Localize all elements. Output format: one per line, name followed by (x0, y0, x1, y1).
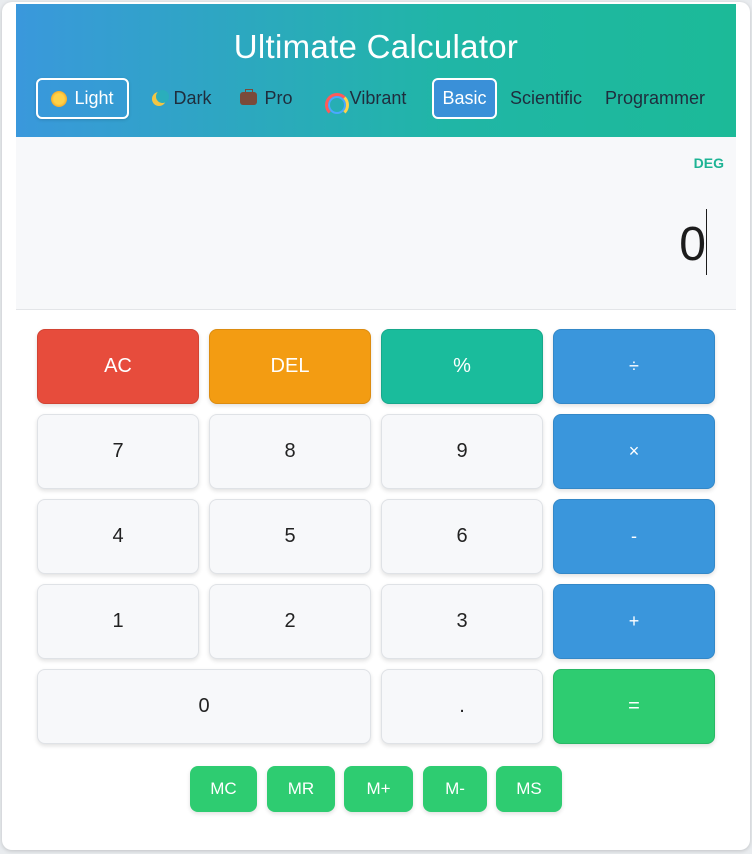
header: Ultimate Calculator Light Dark Pro Vibra… (16, 4, 736, 137)
theme-tab-label: Vibrant (349, 88, 407, 108)
digit-1-button[interactable]: 1 (37, 584, 199, 659)
theme-tab-label: Pro (264, 88, 293, 108)
rainbow-icon (324, 91, 349, 117)
display-value: 0 (679, 218, 706, 271)
mode-tab-programmer[interactable]: Programmer (602, 78, 708, 119)
add-button[interactable]: + (553, 584, 715, 659)
theme-tab-light[interactable]: Light (36, 78, 129, 119)
digit-2-button[interactable]: 2 (209, 584, 371, 659)
angle-unit-indicator: DEG (693, 155, 724, 171)
percent-button[interactable]: % (381, 329, 543, 404)
divide-button[interactable]: ÷ (553, 329, 715, 404)
all-clear-button[interactable]: AC (37, 329, 199, 404)
digit-9-button[interactable]: 9 (381, 414, 543, 489)
memory-add-button[interactable]: M+ (344, 766, 413, 812)
text-cursor (706, 209, 707, 275)
briefcase-icon (240, 89, 258, 105)
theme-tab-pro[interactable]: Pro (235, 78, 298, 119)
decimal-point-button[interactable]: . (381, 669, 543, 744)
subtract-button[interactable]: - (553, 499, 715, 574)
mode-tab-label: Programmer (604, 88, 706, 108)
sun-icon (51, 90, 68, 107)
mode-tab-scientific[interactable]: Scientific (504, 78, 588, 119)
theme-tab-vibrant[interactable]: Vibrant (318, 78, 413, 119)
theme-tab-label: Light (74, 88, 114, 108)
crescent-moon-icon (152, 89, 170, 106)
theme-tab-label: Dark (173, 88, 212, 108)
memory-recall-button[interactable]: MR (267, 766, 335, 812)
mode-tab-basic[interactable]: Basic (432, 78, 497, 119)
digit-3-button[interactable]: 3 (381, 584, 543, 659)
memory-subtract-button[interactable]: M- (423, 766, 487, 812)
memory-store-button[interactable]: MS (496, 766, 562, 812)
calculator-window: Ultimate Calculator Light Dark Pro Vibra… (2, 2, 750, 850)
digit-6-button[interactable]: 6 (381, 499, 543, 574)
digit-0-button[interactable]: 0 (37, 669, 371, 744)
display-panel: DEG 0 (16, 137, 736, 310)
mode-tab-label: Scientific (509, 88, 583, 108)
multiply-button[interactable]: × (553, 414, 715, 489)
app-title: Ultimate Calculator (233, 28, 519, 65)
digit-4-button[interactable]: 4 (37, 499, 199, 574)
digit-5-button[interactable]: 5 (209, 499, 371, 574)
memory-clear-button[interactable]: MC (190, 766, 257, 812)
theme-tab-dark[interactable]: Dark (143, 78, 221, 119)
digit-7-button[interactable]: 7 (37, 414, 199, 489)
equals-button[interactable]: = (553, 669, 715, 744)
mode-tab-label: Basic (442, 88, 487, 108)
delete-button[interactable]: DEL (209, 329, 371, 404)
digit-8-button[interactable]: 8 (209, 414, 371, 489)
